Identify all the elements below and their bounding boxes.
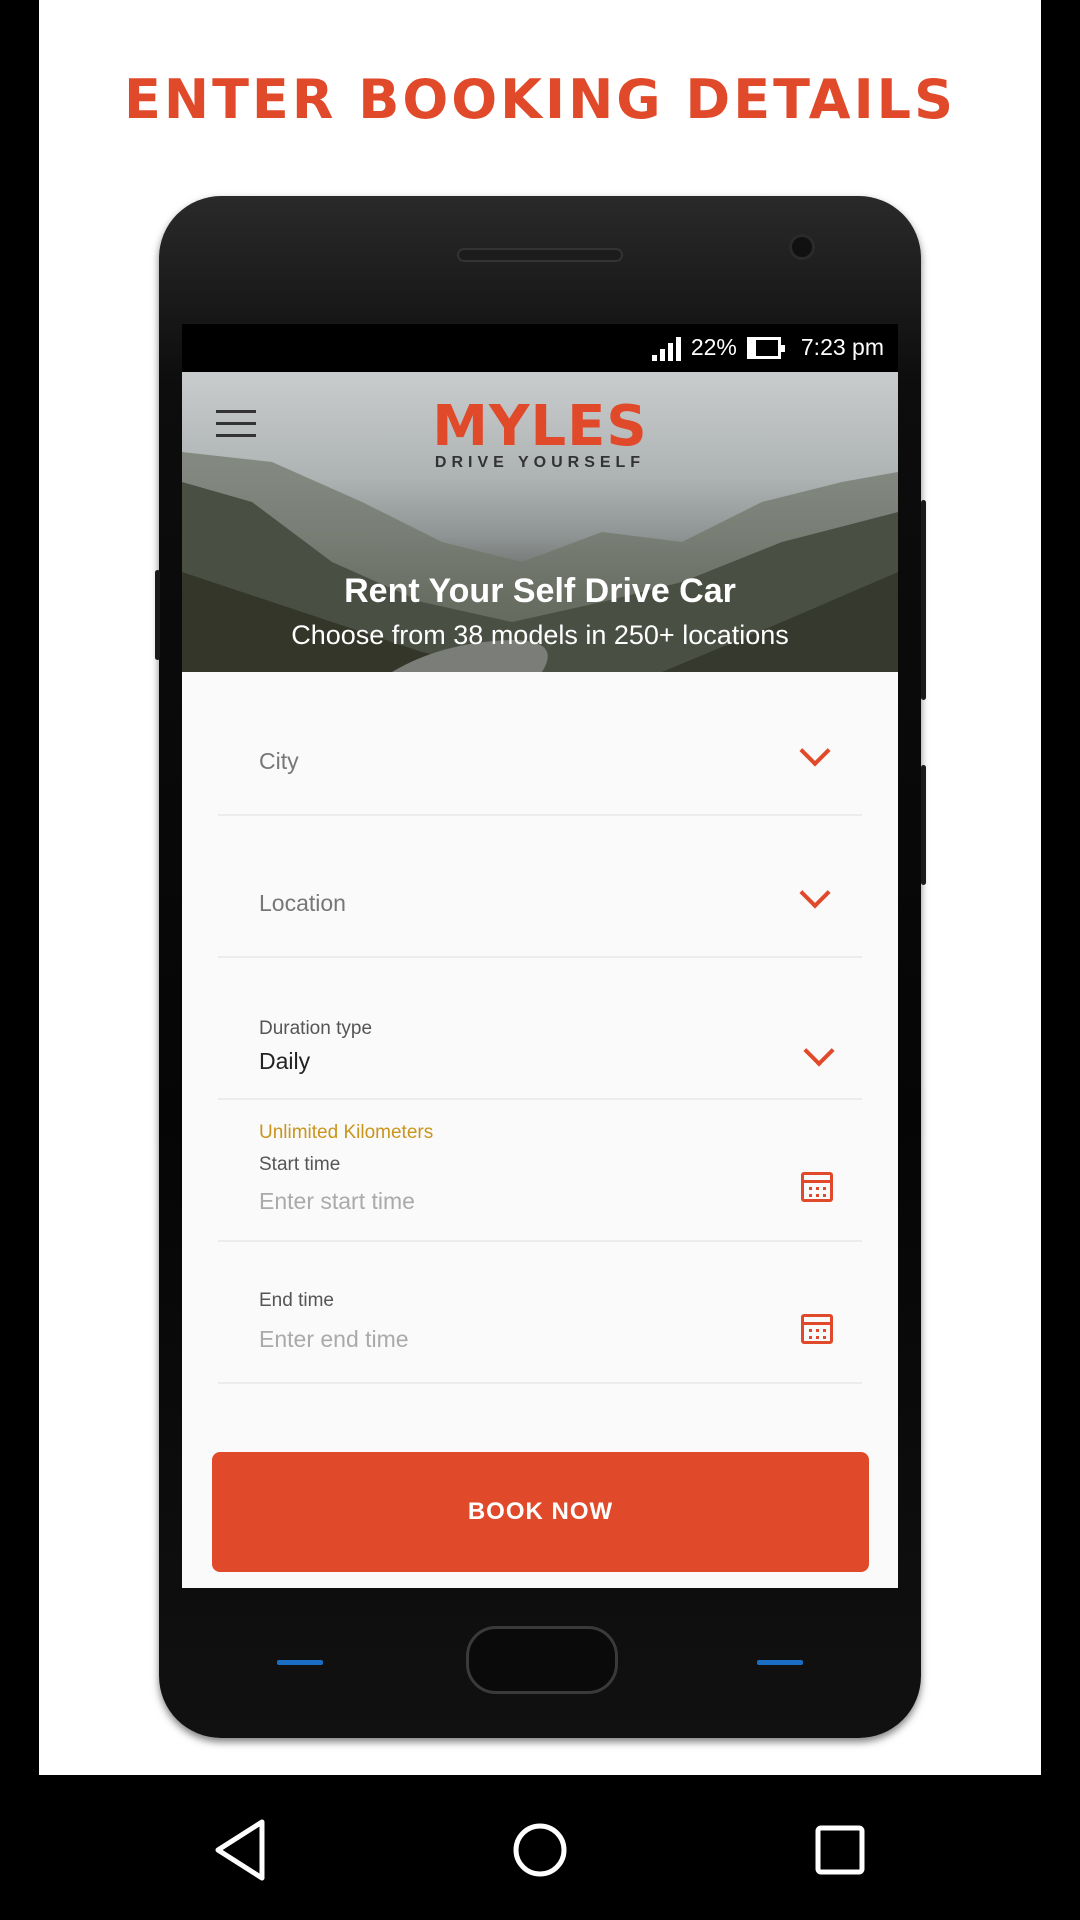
back-button[interactable] (200, 1810, 280, 1890)
chevron-down-icon (799, 735, 831, 767)
end-time-placeholder: Enter end time (259, 1326, 409, 1352)
start-time-label: Start time (259, 1154, 341, 1175)
hero-banner: MYLES DRIVE YOURSELF Rent Your Self Driv… (182, 372, 898, 672)
recents-icon (815, 1825, 865, 1875)
recents-button[interactable] (800, 1810, 880, 1890)
duration-type-select[interactable]: Duration type Daily (218, 992, 862, 1100)
unlimited-km-note: Unlimited Kilometers (259, 1122, 434, 1143)
city-placeholder: City (259, 748, 299, 774)
home-icon (513, 1823, 567, 1877)
location-placeholder: Location (259, 890, 346, 916)
calendar-icon[interactable] (801, 1172, 833, 1202)
status-bar: 22% 7:23 pm (182, 324, 898, 372)
location-select[interactable]: Location (218, 854, 862, 958)
hero-title: Rent Your Self Drive Car (344, 572, 736, 610)
phone-side-button (921, 500, 926, 700)
system-nav-bar (0, 1775, 1080, 1920)
phone-menu-light (757, 1660, 803, 1665)
signal-icon (651, 335, 681, 361)
chevron-down-icon (803, 1035, 835, 1067)
chevron-down-icon (799, 877, 831, 909)
phone-volume-button (155, 570, 160, 660)
promo-headline: ENTER BOOKING DETAILS (124, 68, 956, 131)
status-right: 22% 7:23 pm (651, 334, 884, 361)
stage: ENTER BOOKING DETAILS 22% 7:23 pm MYLES … (0, 0, 1080, 1920)
duration-type-label: Duration type (259, 1018, 373, 1039)
book-now-button[interactable]: BOOK NOW (212, 1452, 869, 1572)
end-time-field[interactable]: End time Enter end time (218, 1242, 862, 1384)
calendar-icon[interactable] (801, 1314, 833, 1344)
battery-icon (746, 336, 785, 359)
home-button[interactable] (500, 1810, 580, 1890)
city-select[interactable]: City (218, 712, 862, 816)
phone-home-button (466, 1626, 618, 1694)
logo-tagline: DRIVE YOURSELF (434, 454, 646, 471)
back-icon (215, 1819, 265, 1881)
hero-subtitle: Choose from 38 models in 250+ locations (291, 620, 789, 650)
phone-speaker (457, 248, 623, 262)
start-time-placeholder: Enter start time (259, 1188, 415, 1214)
status-time: 7:23 pm (800, 334, 884, 360)
phone-camera (789, 234, 815, 260)
start-time-field[interactable]: Unlimited Kilometers Start time Enter st… (218, 1100, 862, 1242)
phone-power-button (921, 765, 926, 885)
duration-type-value: Daily (259, 1048, 311, 1074)
phone-back-light (277, 1660, 323, 1665)
battery-percent: 22% (690, 334, 737, 360)
myles-logo: MYLES (432, 394, 648, 459)
app-screen: 22% 7:23 pm MYLES DRIVE YOURSELF Rent Yo… (182, 324, 898, 1588)
end-time-label: End time (259, 1290, 334, 1311)
